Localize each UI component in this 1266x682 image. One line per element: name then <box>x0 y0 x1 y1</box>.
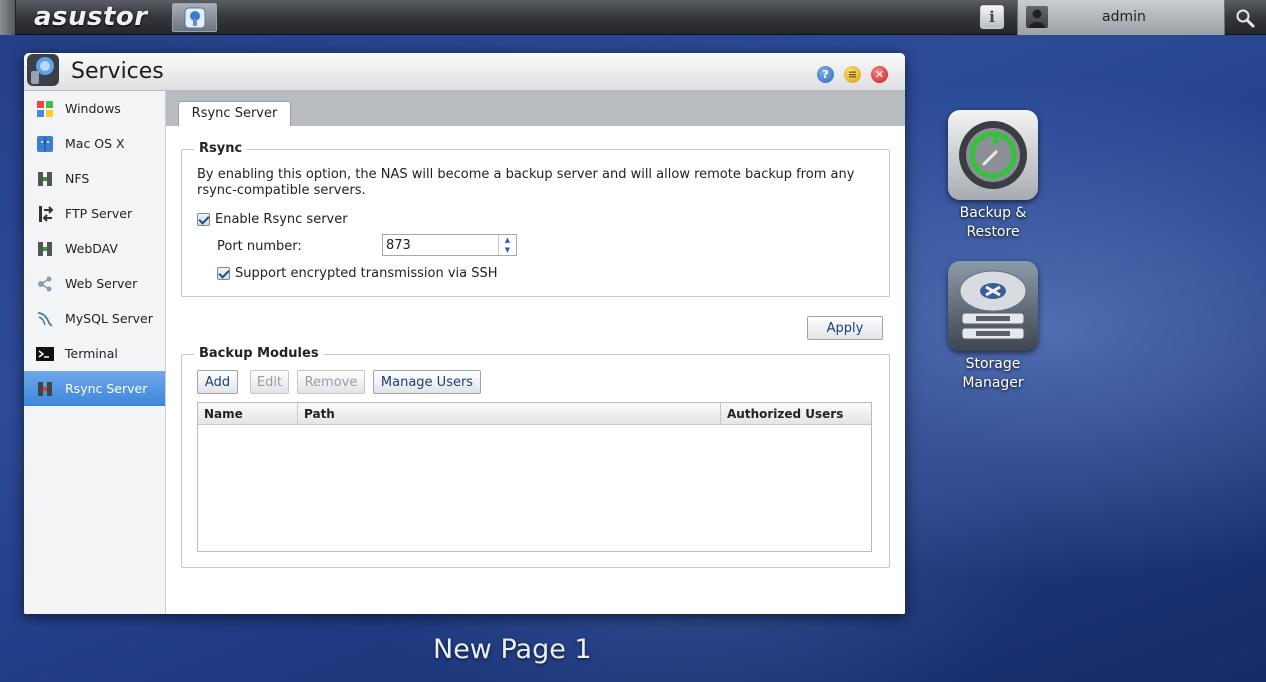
ssh-encryption-label: Support encrypted transmission via SSH <box>235 266 498 281</box>
port-number-input[interactable] <box>383 235 498 255</box>
tab-bar: Rsync Server <box>166 91 905 126</box>
storage-manager-icon <box>948 261 1038 351</box>
sidebar-item-nfs[interactable]: NFS <box>24 161 165 196</box>
backup-restore-icon <box>948 110 1038 200</box>
services-sidebar: Windows Mac OS X NFS FTP Server WebDAV W… <box>24 91 166 614</box>
top-bar: asustor i admin <box>0 0 1266 35</box>
ssh-encryption-checkbox[interactable] <box>217 267 230 280</box>
rsync-server-icon <box>34 378 56 400</box>
minimize-icon: ≡ <box>847 68 858 81</box>
desktop-page-name: New Page 1 <box>433 634 592 665</box>
sidebar-item-label: Terminal <box>65 346 118 361</box>
storage-manager-shortcut[interactable]: Storage Manager <box>938 261 1048 393</box>
services-app-icon <box>184 7 205 28</box>
add-module-button[interactable]: Add <box>197 370 238 394</box>
remove-module-button[interactable]: Remove <box>297 370 365 394</box>
port-number-label: Port number: <box>217 239 302 254</box>
minimize-button[interactable]: ≡ <box>844 66 861 83</box>
info-button[interactable]: i <box>980 5 1004 29</box>
edit-module-button[interactable]: Edit <box>250 370 289 394</box>
sidebar-item-windows[interactable]: Windows <box>24 91 165 126</box>
windows-icon <box>34 98 56 120</box>
help-icon: ? <box>822 68 829 81</box>
sidebar-item-label: Mac OS X <box>65 136 125 151</box>
services-content: Rsync Server Rsync By enabling this opti… <box>166 91 905 614</box>
window-title-bar[interactable]: Services ? ≡ ✕ <box>24 53 905 91</box>
help-button[interactable]: ? <box>817 66 834 83</box>
rsync-section: Rsync By enabling this option, the NAS w… <box>181 141 890 297</box>
search-icon <box>1236 9 1255 27</box>
close-button[interactable]: ✕ <box>871 66 888 83</box>
window-title: Services <box>71 59 164 84</box>
port-number-stepper[interactable]: ▲ ▼ <box>382 234 517 256</box>
search-button[interactable] <box>1230 4 1260 31</box>
user-menu[interactable]: admin <box>1017 0 1225 35</box>
apply-button[interactable]: Apply <box>807 316 883 340</box>
terminal-icon <box>34 343 56 365</box>
sidebar-item-terminal[interactable]: Terminal <box>24 336 165 371</box>
spin-up-icon[interactable]: ▲ <box>499 235 516 245</box>
backup-restore-label-line2: Restore <box>966 224 1020 240</box>
enable-rsync-row[interactable]: Enable Rsync server <box>197 212 348 227</box>
app-launcher-button[interactable] <box>172 3 217 32</box>
user-avatar-icon <box>1026 6 1048 28</box>
column-header-name[interactable]: Name <box>198 403 298 425</box>
services-window-icon <box>26 53 60 87</box>
sidebar-item-label: WebDAV <box>65 241 118 256</box>
user-name: admin <box>1102 9 1146 25</box>
tab-rsync-server[interactable]: Rsync Server <box>178 101 291 126</box>
storage-manager-label-line2: Manager <box>962 375 1024 391</box>
port-spinner[interactable]: ▲ ▼ <box>498 235 516 255</box>
sidebar-item-label: Rsync Server <box>65 381 148 396</box>
sidebar-item-label: MySQL Server <box>65 311 153 326</box>
ssh-encryption-row[interactable]: Support encrypted transmission via SSH <box>217 266 498 281</box>
backup-restore-shortcut[interactable]: Backup & Restore <box>938 110 1048 242</box>
backup-modules-section: Backup Modules Add Edit Remove Manage Us… <box>181 346 890 568</box>
table-header: Name Path Authorized Users <box>198 403 871 425</box>
backup-restore-label-line1: Backup & <box>959 205 1027 221</box>
column-header-path[interactable]: Path <box>298 403 721 425</box>
enable-rsync-checkbox[interactable] <box>197 213 210 226</box>
webdav-icon <box>34 238 56 260</box>
sidebar-item-ftp-server[interactable]: FTP Server <box>24 196 165 231</box>
storage-manager-label-line1: Storage <box>965 356 1021 372</box>
spin-down-icon[interactable]: ▼ <box>499 245 516 255</box>
services-window: Services ? ≡ ✕ Windows Mac OS X NFS FTP … <box>24 53 905 614</box>
backup-modules-table[interactable]: Name Path Authorized Users <box>197 402 872 552</box>
nfs-icon <box>34 168 56 190</box>
column-header-authorized-users[interactable]: Authorized Users <box>721 403 871 425</box>
sidebar-item-webdav[interactable]: WebDAV <box>24 231 165 266</box>
sidebar-item-mac-os-x[interactable]: Mac OS X <box>24 126 165 161</box>
manage-users-button[interactable]: Manage Users <box>373 370 481 394</box>
info-icon: i <box>989 8 995 26</box>
sidebar-item-web-server[interactable]: Web Server <box>24 266 165 301</box>
dock-grip-handle[interactable] <box>0 0 16 35</box>
sidebar-item-rsync-server[interactable]: Rsync Server <box>24 371 165 406</box>
backup-modules-title: Backup Modules <box>194 346 324 361</box>
sidebar-item-mysql-server[interactable]: MySQL Server <box>24 301 165 336</box>
close-icon: ✕ <box>874 68 885 81</box>
sidebar-item-label: NFS <box>65 171 90 186</box>
sidebar-item-label: Web Server <box>65 276 138 291</box>
rsync-description: By enabling this option, the NAS will be… <box>197 167 855 198</box>
mysql-server-icon <box>34 308 56 330</box>
sidebar-item-label: FTP Server <box>65 206 133 221</box>
enable-rsync-label: Enable Rsync server <box>215 212 348 227</box>
sidebar-item-label: Windows <box>65 101 121 116</box>
mac-os-x-icon <box>34 133 56 155</box>
asustor-logo: asustor <box>34 2 148 32</box>
ftp-server-icon <box>34 203 56 225</box>
web-server-icon <box>34 273 56 295</box>
rsync-section-title: Rsync <box>194 141 248 156</box>
